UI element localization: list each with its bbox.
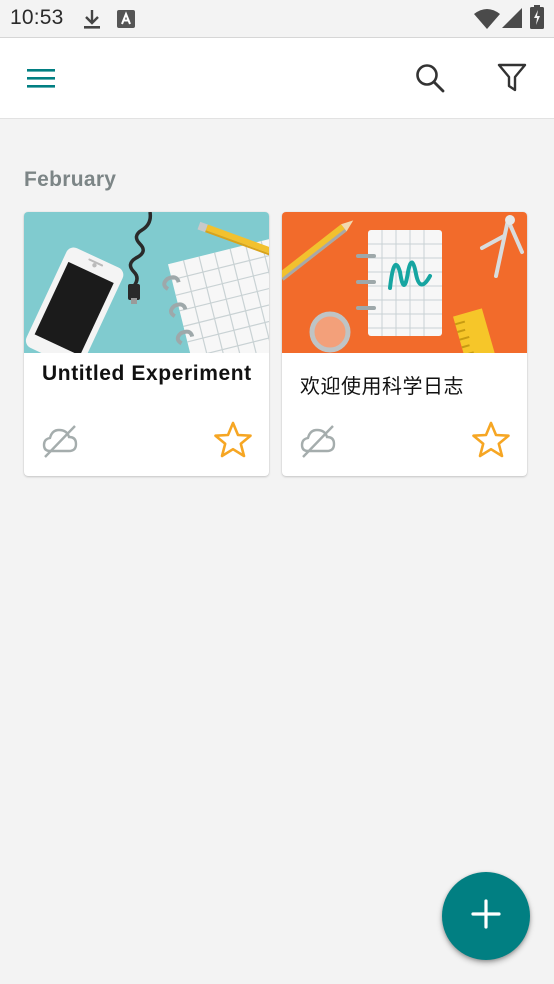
font-notification-icon — [117, 10, 135, 32]
add-icon — [470, 898, 502, 934]
experiment-title: Untitled Experiment — [42, 362, 252, 385]
cellular-signal-icon — [502, 8, 522, 32]
experiment-card[interactable]: 欢迎使用科学日志 — [282, 212, 527, 476]
download-icon — [82, 8, 102, 34]
status-bar: 10:53 — [0, 0, 554, 38]
status-time: 10:53 — [10, 6, 64, 29]
add-experiment-button[interactable] — [442, 872, 530, 960]
app-bar — [0, 38, 554, 119]
star-outline-icon[interactable] — [471, 420, 511, 460]
cloud-off-icon — [299, 424, 337, 458]
cloud-off-icon — [41, 424, 79, 458]
star-outline-icon[interactable] — [213, 420, 253, 460]
section-header-month: February — [24, 168, 117, 191]
battery-charging-icon — [530, 5, 544, 33]
experiment-thumbnail — [24, 212, 269, 353]
filter-button[interactable] — [492, 60, 532, 100]
search-button[interactable] — [410, 60, 450, 100]
menu-button[interactable] — [21, 60, 61, 100]
experiment-thumbnail — [282, 212, 527, 353]
wifi-icon — [474, 8, 500, 34]
experiment-card[interactable]: Untitled Experiment — [24, 212, 269, 476]
filter-icon — [497, 62, 527, 98]
experiment-title: 欢迎使用科学日志 — [300, 374, 464, 398]
search-icon — [414, 62, 446, 98]
menu-icon — [26, 67, 56, 93]
